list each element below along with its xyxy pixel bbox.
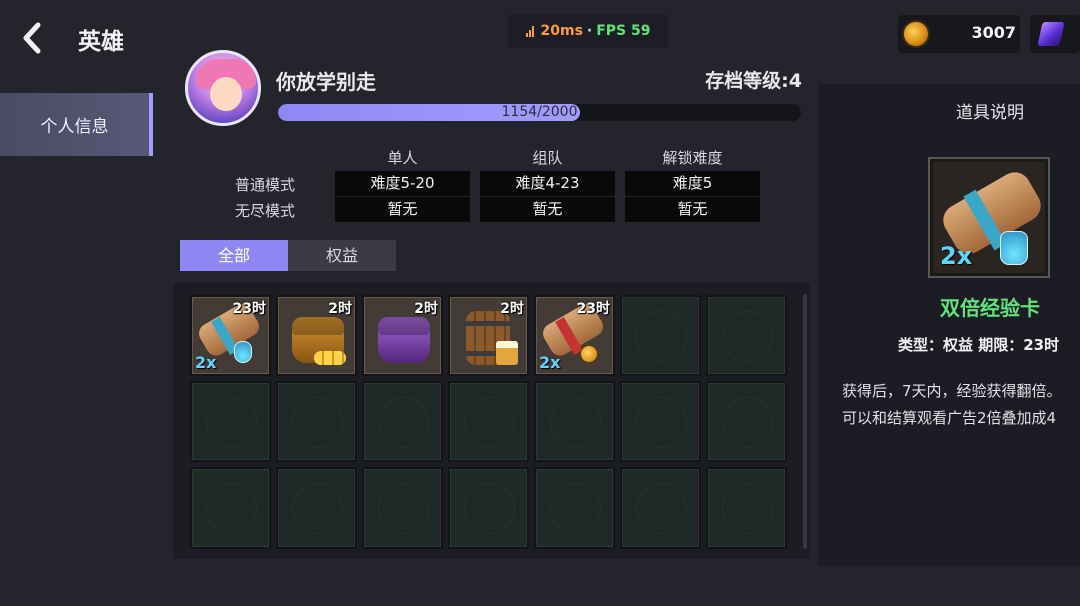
inventory-slot-empty[interactable] xyxy=(448,467,529,549)
table-cell: 暂无 xyxy=(625,197,760,222)
item-meta: 类型：权益 期限：23时 xyxy=(898,336,1060,354)
item-timer: 2时 xyxy=(500,301,524,317)
potion-icon xyxy=(234,341,252,363)
item-detail-image: 2x xyxy=(928,157,1050,278)
inventory-slot-empty[interactable] xyxy=(620,295,701,376)
inventory-slot-empty[interactable] xyxy=(534,467,615,549)
ping-value: 20ms xyxy=(540,23,583,39)
inventory-slot-empty[interactable] xyxy=(276,467,357,549)
table-cell: 难度5-20 xyxy=(335,171,470,196)
signal-icon xyxy=(525,25,534,37)
beer-mug-icon xyxy=(496,341,518,365)
item-timer: 23时 xyxy=(576,301,610,317)
inventory-slot-empty[interactable] xyxy=(706,381,787,462)
network-stats: 20ms · FPS 59 xyxy=(508,14,668,48)
coin-icon xyxy=(580,345,598,363)
row-label-endless: 无尽模式 xyxy=(234,202,295,220)
table-cell: 暂无 xyxy=(335,197,470,222)
inventory-slot-empty[interactable] xyxy=(620,467,701,549)
player-name: 你放学别走 xyxy=(276,70,376,94)
coin-amount: 3007 xyxy=(971,23,1016,42)
stats-separator: · xyxy=(586,23,593,39)
tab-all[interactable]: 全部 xyxy=(180,240,288,271)
chevron-left-icon xyxy=(23,22,41,54)
table-cell: 难度5 xyxy=(625,171,760,196)
inventory-scrollbar[interactable] xyxy=(803,294,807,549)
avatar[interactable] xyxy=(185,50,261,126)
inventory-slot-empty[interactable] xyxy=(276,381,357,462)
inventory-slot[interactable]: 2时 xyxy=(448,295,529,376)
inventory-slot-empty[interactable] xyxy=(706,295,787,376)
gem-counter[interactable] xyxy=(1030,15,1080,53)
item-description-line: 可以和结算观看广告2倍叠加成4 xyxy=(842,409,1057,427)
item-timer: 2时 xyxy=(328,301,352,317)
gold-coin-icon xyxy=(902,20,930,48)
item-timer: 23时 xyxy=(232,301,266,317)
item-description: 获得后，7天内，经验获得翻倍。 可以和结算观看广告2倍叠加成4 xyxy=(842,378,1062,432)
fps-value: FPS 59 xyxy=(596,23,651,39)
inventory-slot-empty[interactable] xyxy=(706,467,787,549)
inventory-slot[interactable]: 2时 xyxy=(276,295,357,376)
detail-panel-title: 道具说明 xyxy=(956,103,1024,123)
xp-progress-text: 1154/2000 xyxy=(501,104,578,120)
table-cell: 暂无 xyxy=(480,197,615,222)
inventory-slot-empty[interactable] xyxy=(448,381,529,462)
item-timer: 2时 xyxy=(414,301,438,317)
potion-icon xyxy=(1000,231,1028,265)
tab-benefits[interactable]: 权益 xyxy=(288,240,396,271)
page-title: 英雄 xyxy=(78,29,124,55)
gem-icon xyxy=(1037,22,1065,46)
column-header-team: 组队 xyxy=(532,149,563,167)
inventory-slot[interactable]: 2时 xyxy=(362,295,443,376)
item-name: 双倍经验卡 xyxy=(940,296,1040,320)
inventory-slot-empty[interactable] xyxy=(190,381,271,462)
row-label-normal: 普通模式 xyxy=(234,176,295,194)
inventory-slot[interactable]: 23时 2x xyxy=(190,295,271,376)
sidebar-item-profile[interactable]: 个人信息 xyxy=(0,93,153,156)
inventory-slot-empty[interactable] xyxy=(534,381,615,462)
coin-counter[interactable]: 3007 xyxy=(898,15,1020,53)
table-cell: 难度4-23 xyxy=(480,171,615,196)
column-header-unlock: 解锁难度 xyxy=(662,149,723,167)
item-multiplier: 2x xyxy=(195,353,217,372)
item-multiplier: 2x xyxy=(539,353,561,372)
save-level: 存档等级:4 xyxy=(705,70,802,92)
column-header-solo: 单人 xyxy=(387,149,418,167)
inventory-slot[interactable]: 23时 2x xyxy=(534,295,615,376)
back-button[interactable] xyxy=(18,20,50,56)
inventory-slot-empty[interactable] xyxy=(362,381,443,462)
inventory-slot-empty[interactable] xyxy=(620,381,701,462)
inventory-slot-empty[interactable] xyxy=(362,467,443,549)
item-description-line: 获得后，7天内，经验获得翻倍。 xyxy=(842,382,1062,400)
inventory-slot-empty[interactable] xyxy=(190,467,271,549)
item-multiplier: 2x xyxy=(940,242,973,270)
sidebar-item-label: 个人信息 xyxy=(40,117,109,137)
xp-progress-bar: 1154/2000 xyxy=(278,104,801,121)
